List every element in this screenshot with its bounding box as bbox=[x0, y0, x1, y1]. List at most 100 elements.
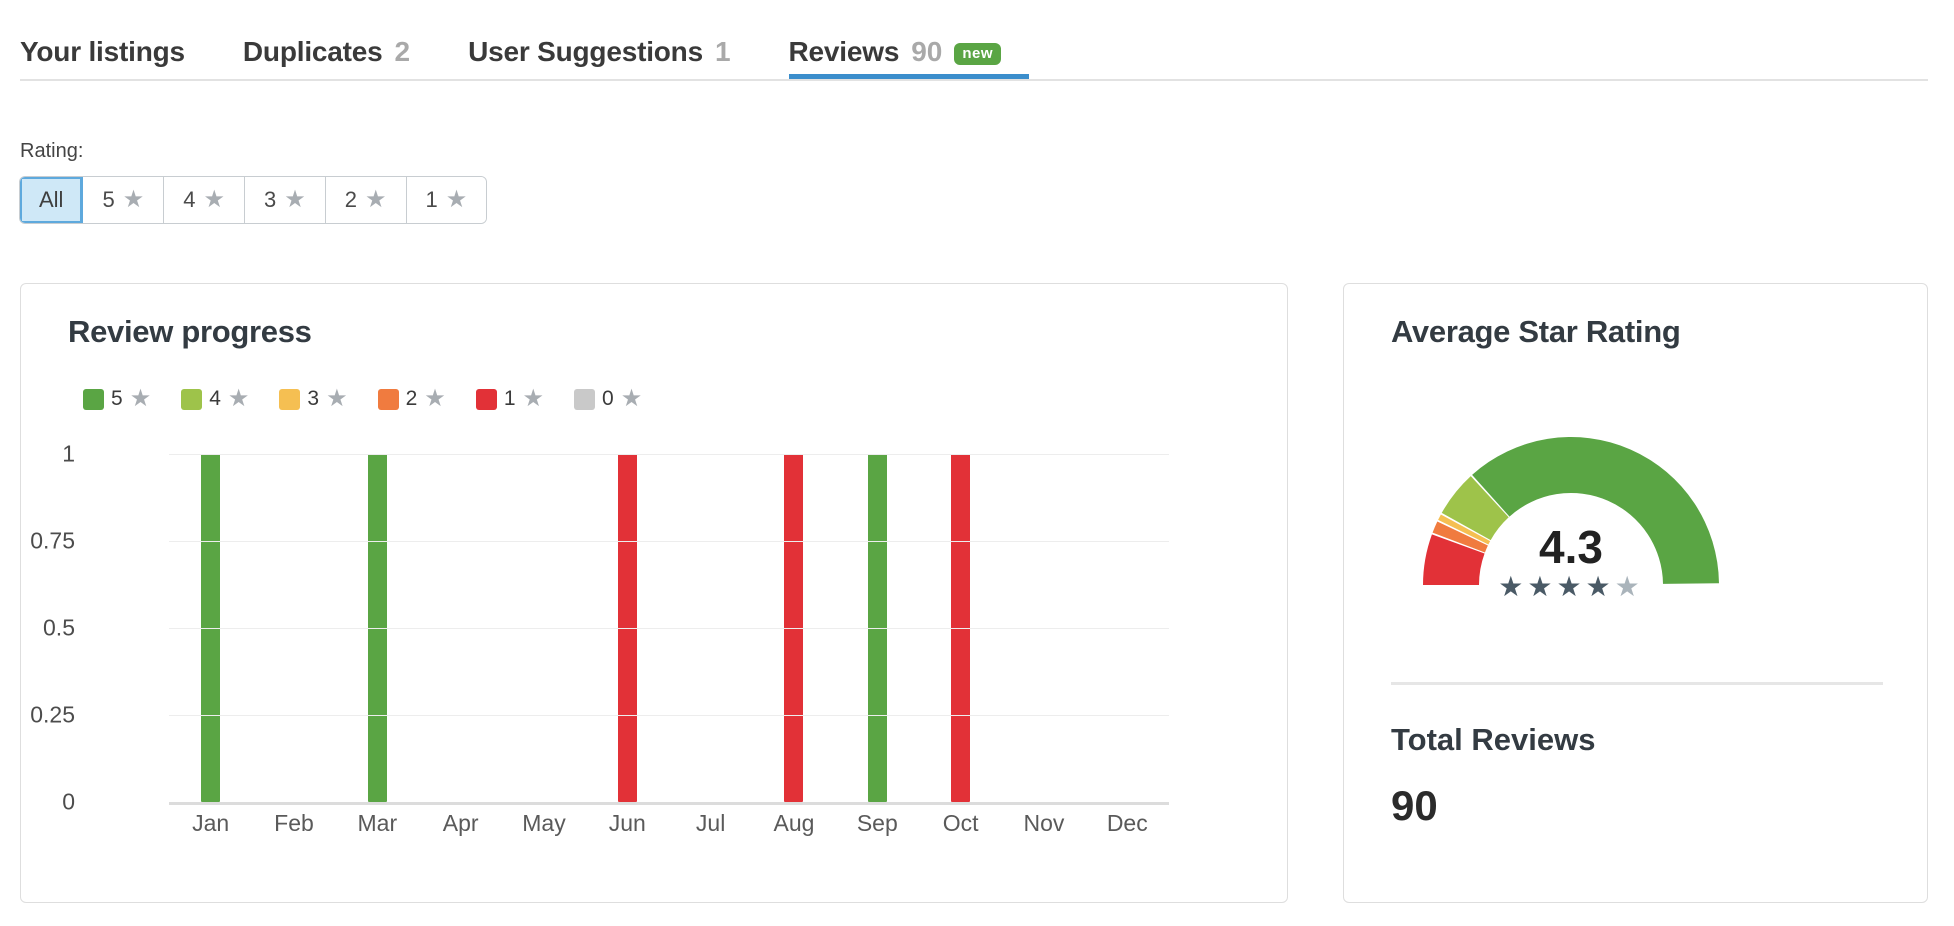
chart-x-label: Apr bbox=[442, 810, 479, 836]
rating-filter-1[interactable]: 1 ★ bbox=[406, 177, 487, 223]
chart-y-tick: 1 bbox=[62, 440, 75, 467]
rating-filter-value: 1 bbox=[425, 187, 438, 212]
star-icon: ★ bbox=[1556, 571, 1586, 602]
rating-filter-4[interactable]: 4 ★ bbox=[164, 177, 245, 223]
tab-bar-divider bbox=[20, 79, 1928, 81]
star-icon: ★ bbox=[284, 186, 306, 213]
chart-legend: 5 ★ 4 ★ 3 ★ 2 ★ 1 ★ 0 ★ bbox=[83, 387, 642, 411]
chart-gridline bbox=[169, 541, 1169, 542]
chart-x-label: Sep bbox=[856, 810, 898, 836]
rating-filter-button-group: All 5 ★ 4 ★ 3 ★ 2 ★ 1 ★ bbox=[20, 177, 487, 223]
tab-duplicates[interactable]: Duplicates 2 bbox=[243, 0, 438, 82]
legend-label: 5 bbox=[111, 387, 123, 410]
legend-swatch bbox=[475, 388, 497, 410]
star-icon: ★ bbox=[1527, 571, 1557, 602]
tab-list: Your listings Duplicates 2 User Suggestions… bbox=[20, 0, 1059, 82]
star-icon: ★ bbox=[129, 385, 152, 412]
chart-y-tick: 0.25 bbox=[30, 701, 75, 728]
legend-item-3-star[interactable]: 3 ★ bbox=[279, 385, 348, 412]
chart-x-label: Feb bbox=[274, 810, 314, 836]
legend-item-4-star[interactable]: 4 ★ bbox=[181, 387, 249, 411]
average-star-rating-title: Average Star Rating bbox=[1391, 314, 1681, 349]
legend-swatch bbox=[83, 388, 104, 410]
legend-item-2-star[interactable]: 2 ★ bbox=[377, 385, 446, 412]
chart-gridline bbox=[169, 454, 1169, 455]
rating-filter: Rating: All 5 ★ 4 ★ 3 ★ 2 ★ 1 ★ bbox=[20, 140, 487, 223]
star-icon: ★ bbox=[326, 385, 348, 412]
tab-reviews[interactable]: Reviews 90 new bbox=[788, 0, 1030, 82]
chart-x-label: Nov bbox=[1023, 810, 1065, 836]
star-icon: ★ bbox=[1614, 571, 1644, 602]
review-progress-chart: 1 0.75 0.5 0.25 0 Jan Feb Mar Apr May Jun Jul Aug Se… bbox=[30, 441, 1251, 874]
chart-y-tick: 0.75 bbox=[30, 527, 75, 554]
tab-label: User Suggestions bbox=[468, 36, 703, 67]
chart-x-label: Dec bbox=[1106, 810, 1148, 836]
chart-x-axis-labels: Jan Feb Mar Apr May Jun Jul Aug Sep Oct Nov Dec bbox=[169, 810, 1169, 837]
rating-filter-2[interactable]: 2 ★ bbox=[325, 177, 407, 223]
tab-label: Reviews bbox=[788, 36, 900, 67]
star-icon: ★ bbox=[365, 186, 387, 213]
rating-filter-value: 4 bbox=[183, 187, 196, 212]
rating-filter-value: 5 bbox=[102, 187, 115, 212]
total-reviews-title: Total Reviews bbox=[1391, 722, 1596, 757]
chart-x-label: Aug bbox=[773, 810, 815, 836]
chart-x-label: Jan bbox=[192, 810, 230, 836]
legend-item-0-star[interactable]: 0 ★ bbox=[574, 387, 642, 411]
chart-gridline bbox=[169, 628, 1169, 629]
average-rating-gauge: 4.3 ★★★★★ bbox=[1391, 380, 1881, 630]
legend-label: 3 bbox=[307, 387, 320, 410]
review-progress-card: Review progress 5 ★ 4 ★ 3 ★ 2 ★ 1 ★ 0 ★ 1 0.75 0.5 0.2… bbox=[20, 283, 1288, 903]
star-icon: ★ bbox=[122, 186, 145, 213]
legend-swatch bbox=[279, 388, 301, 410]
rating-filter-value: 2 bbox=[344, 187, 357, 212]
total-reviews-value: 90 bbox=[1391, 782, 1438, 829]
average-star-rating-card: Average Star Rating 4.3 ★★★★★ Total Revi… bbox=[1343, 283, 1928, 903]
rating-filter-value: 3 bbox=[263, 187, 277, 212]
legend-label: 0 bbox=[602, 387, 614, 410]
chart-gridline bbox=[169, 802, 1169, 805]
legend-swatch bbox=[377, 388, 399, 410]
rating-filter-3[interactable]: 3 ★ bbox=[244, 177, 326, 223]
tab-count: 90 bbox=[911, 36, 943, 67]
star-icon: ★ bbox=[1498, 571, 1528, 602]
chart-y-tick: 0 bbox=[62, 788, 75, 815]
legend-swatch bbox=[181, 388, 203, 410]
star-icon: ★ bbox=[620, 385, 643, 412]
gauge-star-rating: ★★★★★ bbox=[1391, 573, 1751, 601]
legend-item-5-star[interactable]: 5 ★ bbox=[83, 387, 151, 411]
tab-label: Your listings bbox=[20, 36, 185, 67]
tab-user-suggestions[interactable]: User Suggestions 1 bbox=[468, 0, 758, 82]
chart-gridline bbox=[169, 715, 1169, 716]
star-icon: ★ bbox=[424, 385, 446, 412]
rating-filter-all[interactable]: All bbox=[20, 177, 84, 223]
tab-count: 2 bbox=[394, 36, 411, 67]
star-icon: ★ bbox=[227, 385, 250, 412]
gauge-value-label: 4.3 bbox=[1539, 521, 1603, 573]
legend-swatch bbox=[574, 388, 596, 410]
star-icon: ★ bbox=[522, 385, 545, 412]
legend-label: 4 bbox=[209, 387, 221, 410]
chart-y-tick: 0.5 bbox=[43, 614, 75, 641]
chart-x-label: Jun bbox=[608, 810, 646, 836]
rating-filter-label: Rating: bbox=[20, 140, 84, 162]
chart-x-label: Jul bbox=[695, 810, 726, 836]
review-progress-title: Review progress bbox=[68, 314, 312, 349]
legend-label: 1 bbox=[503, 387, 516, 410]
rating-filter-5[interactable]: 5 ★ bbox=[83, 177, 165, 223]
card-divider bbox=[1391, 682, 1883, 685]
legend-label: 2 bbox=[405, 387, 418, 410]
new-badge: new bbox=[954, 43, 1002, 65]
chart-x-label: Mar bbox=[357, 810, 398, 836]
star-icon: ★ bbox=[1585, 571, 1615, 602]
tab-count: 1 bbox=[714, 36, 731, 67]
legend-item-1-star[interactable]: 1 ★ bbox=[475, 385, 545, 412]
chart-x-label: May bbox=[522, 810, 566, 836]
tab-label: Duplicates bbox=[242, 36, 383, 67]
tab-bar: Your listings Duplicates 2 User Suggestions… bbox=[0, 0, 1954, 82]
chart-x-label: Oct bbox=[942, 810, 979, 836]
rating-filter-value: All bbox=[39, 187, 64, 212]
tab-your-listings[interactable]: Your listings bbox=[20, 0, 213, 82]
star-icon: ★ bbox=[445, 186, 468, 213]
chart-plot-area: 1 0.75 0.5 0.25 0 bbox=[30, 441, 1169, 815]
star-icon: ★ bbox=[203, 186, 225, 213]
